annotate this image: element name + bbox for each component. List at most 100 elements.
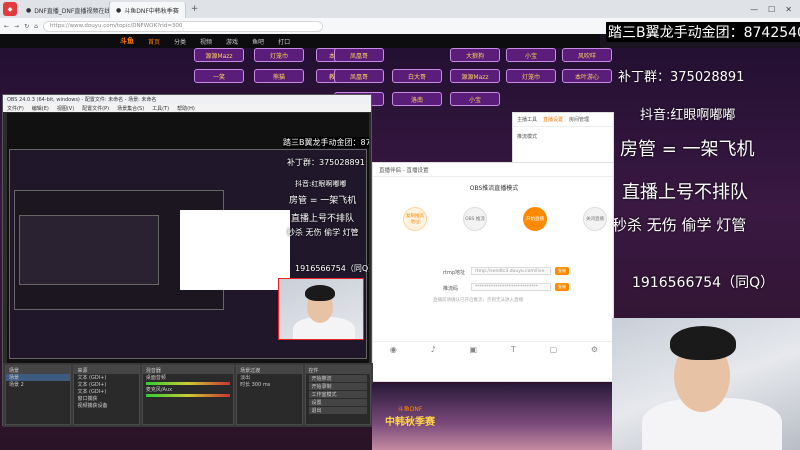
dock-sources: 来源 文本 (GDI+) 文本 (GDI+) 文本 (GDI+) 窗口捕获 视频… (73, 365, 140, 425)
scene-item[interactable]: 场景 (6, 374, 71, 381)
maximize-icon[interactable]: ☐ (768, 5, 775, 14)
nav-item-more[interactable]: 打口 (278, 37, 290, 46)
pill-12[interactable]: 源源Mazz (450, 69, 500, 83)
pill-5[interactable]: 小宝 (506, 48, 556, 62)
stream-code-input[interactable]: **************************** (471, 283, 551, 291)
person-hair (305, 285, 335, 301)
step-obs: OBS 推流 (463, 207, 487, 231)
source-item[interactable]: 文本 (GDI+) (74, 388, 138, 395)
obs-menu-scenes[interactable]: 场景集合(S) (117, 105, 144, 112)
nav-item-yuba[interactable]: 鱼吧 (252, 37, 264, 46)
studio-mode-button[interactable]: 工作室模式 (308, 391, 367, 398)
forward-icon[interactable]: → (14, 23, 19, 30)
pill-14[interactable]: 本叶游心 (562, 69, 612, 83)
rtmp-input[interactable]: rtmp://sendtc3.douyu.com/live (471, 267, 551, 275)
window-icon[interactable]: ▢ (550, 345, 558, 354)
pill-17[interactable]: 小宝 (450, 92, 500, 106)
image-icon[interactable]: ▣ (470, 345, 478, 354)
new-tab-button[interactable]: + (186, 4, 204, 14)
browser-tab-1[interactable]: ● 斗鱼DNF中韩秋季赛 (110, 2, 186, 18)
dialog-steps: 复制推流地址 OBS 推流 开始直播 关闭直播 (373, 193, 615, 253)
dock-controls: 控件 开始推流 开始录制 工作室模式 设置 退出 (304, 365, 371, 425)
panel-tabs: 主播工具 直播设置 房间管理 (513, 113, 613, 127)
transition-duration[interactable]: 时长 300 ms (237, 381, 301, 388)
nested-preview-3 (19, 215, 159, 285)
pill-13[interactable]: 灯笼巾 (506, 69, 556, 83)
obs-menu-view[interactable]: 视图(V) (57, 105, 74, 112)
nav-item-game[interactable]: 游戏 (226, 37, 238, 46)
obs-menu-file[interactable]: 文件(F) (7, 105, 24, 112)
obs-menu-edit[interactable]: 编辑(E) (32, 105, 49, 112)
dock-scenes: 场景 场景 场景 2 (5, 365, 72, 425)
code-label: 推流码 (443, 286, 459, 292)
volume-meter (145, 382, 231, 385)
home-icon[interactable]: ⌂ (34, 23, 38, 30)
panel-tab-room[interactable]: 房间管理 (569, 116, 589, 123)
pill-1[interactable]: 灯笼巾 (254, 48, 304, 62)
minimize-icon[interactable]: — (750, 5, 758, 14)
dock-mixer: 混音器 桌面音频 麦克风/Aux (141, 365, 235, 425)
panel-tab-tools[interactable]: 主播工具 (517, 116, 537, 123)
dock-header: 混音器 (142, 366, 234, 374)
pill-11[interactable]: 白大哥 (392, 69, 442, 83)
overlay-line-4: 房管 = 一架飞机 (620, 139, 755, 160)
pill-10[interactable]: 凤凰哥 (334, 69, 384, 83)
obs-docks: 场景 场景 场景 2 来源 文本 (GDI+) 文本 (GDI+) 文本 (GD… (3, 363, 373, 427)
pill-16[interactable]: 洛南 (392, 92, 442, 106)
step-start: 开始直播 (523, 207, 547, 231)
pill-6[interactable]: 风吹咩 (562, 48, 612, 62)
pill-4[interactable]: 大狼狗 (450, 48, 500, 62)
source-item[interactable]: 窗口捕获 (74, 395, 138, 402)
obs-overlay-line-5: 直播上号不排队 (291, 214, 355, 224)
nav-item-category[interactable]: 分类 (174, 37, 186, 46)
tab-label: DNF直播_DNF直播视频在线.. (34, 7, 110, 15)
pill-3[interactable]: 凤凰哥 (334, 48, 384, 62)
source-item[interactable]: 文本 (GDI+) (74, 374, 138, 381)
start-recording-button[interactable]: 开始录制 (308, 383, 367, 390)
browser-tab-0[interactable]: ● DNF直播_DNF直播视频在线.. (20, 2, 110, 18)
panel-item[interactable]: 推流模式 (513, 127, 613, 146)
nav-item-home[interactable]: 首页 (148, 37, 160, 46)
transition-select[interactable]: 淡出 (237, 374, 301, 381)
pill-0[interactable]: 源源Mazz (194, 48, 244, 62)
dock-transitions: 场景过渡 淡出 时长 300 ms (236, 365, 303, 425)
mixer-channel: 麦克风/Aux (145, 387, 173, 393)
obs-menubar: 文件(F) 编辑(E) 视图(V) 配置文件(P) 场景集合(S) 工具(T) … (3, 104, 371, 112)
mic-icon[interactable]: ♪ (431, 345, 436, 354)
dialog-heading: OBS推流直播模式 (469, 185, 519, 192)
panel-tab-settings[interactable]: 直播设置 (543, 116, 563, 123)
copy-code-button[interactable]: 复制 (555, 283, 569, 291)
obs-menu-tools[interactable]: 工具(T) (152, 105, 169, 112)
nested-dialog (180, 210, 290, 290)
douyu-logo[interactable]: 斗鱼 (120, 36, 134, 46)
camera-icon[interactable]: ◉ (390, 345, 397, 354)
pill-8[interactable]: 熊猫 (254, 69, 304, 83)
exit-button[interactable]: 退出 (308, 407, 367, 414)
pill-7[interactable]: 一笑 (194, 69, 244, 83)
dock-header: 来源 (74, 366, 139, 374)
nav-item-video[interactable]: 视频 (200, 37, 212, 46)
close-icon[interactable]: ✕ (785, 5, 792, 14)
window-controls: — ☐ ✕ (750, 5, 800, 14)
obs-overlay-line-4: 房管 = 一架飞机 (289, 196, 357, 206)
overlay-line-6: 秒杀 无伤 偷学 灯管 (612, 216, 747, 234)
tab-label: 斗鱼DNF中韩秋季赛 (124, 7, 179, 15)
obs-menu-profile[interactable]: 配置文件(P) (82, 105, 109, 112)
text-icon[interactable]: T (511, 345, 516, 354)
tab-favicon-icon: ● (116, 6, 122, 14)
back-icon[interactable]: ← (4, 23, 9, 30)
copy-rtmp-button[interactable]: 复制 (555, 267, 569, 275)
source-item[interactable]: 视频捕获设备 (74, 402, 138, 409)
panel-item-label: 推流模式 (517, 134, 538, 140)
obs-menu-help[interactable]: 帮助(H) (177, 105, 195, 112)
gear-icon[interactable]: ⚙ (591, 345, 598, 354)
step-copy: 复制推流地址 (403, 207, 427, 231)
source-item[interactable]: 文本 (GDI+) (74, 381, 138, 388)
person-hair (670, 326, 736, 360)
settings-button[interactable]: 设置 (308, 399, 367, 406)
scene-item[interactable]: 场景 2 (6, 381, 70, 388)
reload-icon[interactable]: ↻ (24, 23, 29, 30)
dialog-toolbar: ◉ ♪ ▣ T ▢ ⚙ (373, 341, 615, 357)
address-input[interactable]: https://www.douyu.com/topic/DNFWOK?rid=3… (42, 20, 323, 32)
start-streaming-button[interactable]: 开始推流 (308, 375, 367, 382)
